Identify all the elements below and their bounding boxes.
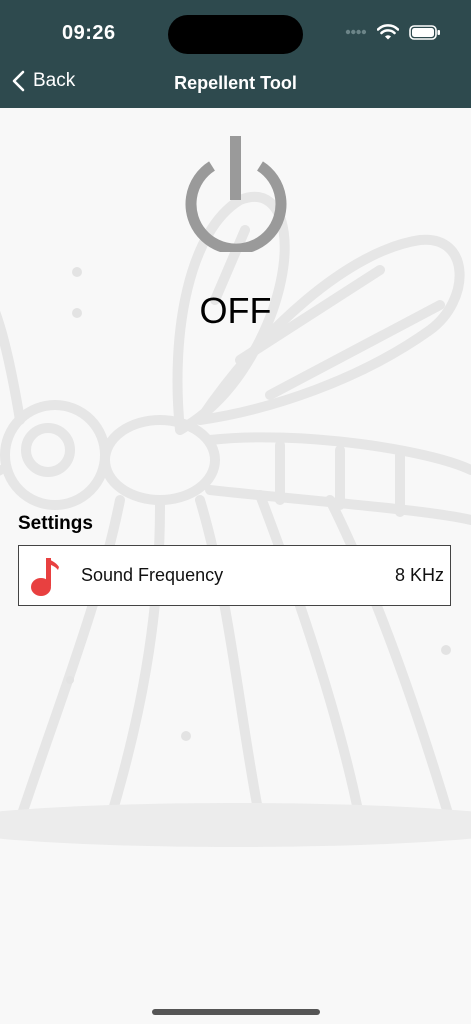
sound-frequency-label: Sound Frequency [81,565,224,585]
power-state-label: OFF [199,290,272,331]
wifi-icon [377,24,399,40]
battery-icon [409,24,440,40]
sound-frequency-setting-row[interactable]: Sound Frequency 8 KHz [18,545,451,606]
signal-icon [345,29,367,35]
repellent-tool-screen: 09:26 Back Repellent Tool OFF Settings S… [0,0,471,1024]
music-note-icon [31,557,59,596]
settings-section-title: Settings [18,513,93,534]
dynamic-island [168,15,303,54]
page-title: Repellent Tool [174,73,297,93]
status-time: 09:26 [62,22,116,44]
home-indicator[interactable] [152,1009,320,1015]
sound-frequency-value: 8 KHz [394,565,444,585]
power-icon [185,136,287,255]
navigation-header: 09:26 Back Repellent Tool [0,0,471,108]
status-indicators [345,24,441,40]
power-toggle-button[interactable] [180,134,292,255]
